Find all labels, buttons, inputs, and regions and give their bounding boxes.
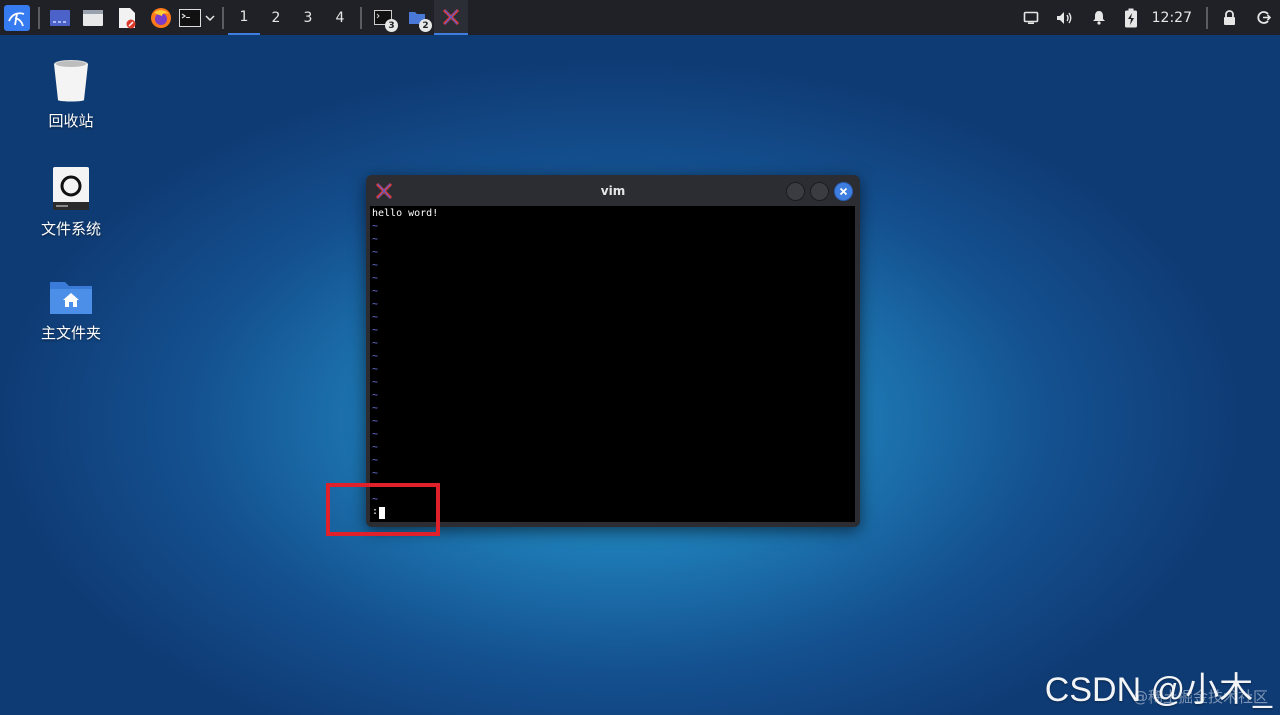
- workspace-2[interactable]: 2: [260, 0, 292, 35]
- show-desktop-button[interactable]: [44, 0, 76, 35]
- minimize-button[interactable]: [786, 182, 805, 201]
- watermark: CSDN @小木_: [1044, 671, 1272, 709]
- workspace-4[interactable]: 4: [324, 0, 356, 35]
- trash-icon: [54, 60, 88, 102]
- tilde-line: ~: [372, 286, 379, 297]
- maximize-button[interactable]: [810, 182, 829, 201]
- desktop-icon-label: 主文件夹: [40, 324, 101, 342]
- tilde-line: ~: [372, 442, 379, 453]
- lock-screen-button[interactable]: [1212, 0, 1246, 35]
- text-editor-button[interactable]: [110, 0, 144, 35]
- vim-terminal[interactable]: hello word! ~ ~ ~ ~ ~ ~ ~ ~ ~ ~ ~ ~ ~ ~ ~ ~ ~ ~ ~ ~ ~ ~ :: [370, 206, 855, 522]
- tilde-line: ~: [372, 299, 379, 310]
- display-icon: [1023, 11, 1038, 24]
- terminal-button[interactable]: [178, 0, 202, 35]
- lock-icon: [1223, 10, 1235, 25]
- desktop-icon: [50, 9, 70, 26]
- logout-icon: [1256, 11, 1271, 24]
- tilde-line: ~: [372, 221, 379, 232]
- battery-icon: [1124, 8, 1137, 27]
- tilde-line: ~: [372, 403, 379, 414]
- tilde-line: ~: [372, 364, 379, 375]
- terminal-dropdown[interactable]: [202, 0, 218, 35]
- workspace-3[interactable]: 3: [292, 0, 324, 35]
- workspace-1[interactable]: 1: [228, 0, 260, 35]
- kali-menu-icon: [4, 4, 30, 31]
- tilde-line: ~: [372, 390, 379, 401]
- desktop-icon-label: 回收站: [48, 112, 94, 130]
- logout-button[interactable]: [1246, 0, 1280, 35]
- tilde-line: ~: [372, 247, 379, 258]
- highlight-box: [326, 483, 440, 536]
- desktop-icon-label: 文件系统: [40, 220, 101, 238]
- battery-button[interactable]: [1116, 0, 1146, 35]
- clock[interactable]: 12:27: [1146, 10, 1202, 26]
- tilde-line: ~: [372, 468, 379, 479]
- file-manager-icon: [83, 9, 103, 26]
- task-count-badge: 3: [385, 19, 398, 32]
- tilde-line: ~: [372, 429, 379, 440]
- close-icon: [839, 187, 848, 196]
- tilde-line: ~: [372, 273, 379, 284]
- filesystem-icon: [53, 167, 89, 210]
- volume-button[interactable]: [1048, 0, 1082, 35]
- tilde-line: ~: [372, 325, 379, 336]
- task-vim[interactable]: [434, 0, 468, 35]
- tilde-line: ~: [372, 351, 379, 362]
- buffer-line-1: hello word!: [372, 208, 439, 219]
- close-button[interactable]: [834, 182, 853, 201]
- vim-window[interactable]: vim hello word! ~ ~ ~ ~ ~ ~ ~ ~ ~ ~ ~ ~ ~ ~ ~ ~ ~ ~ ~ ~ ~ ~ :: [366, 175, 860, 527]
- bell-icon: [1092, 11, 1105, 25]
- tilde-line: ~: [372, 312, 379, 323]
- chevron-down-icon: [205, 14, 215, 21]
- firefox-button[interactable]: [144, 0, 178, 35]
- window-titlebar[interactable]: vim: [366, 175, 860, 206]
- terminal-icon: [179, 8, 201, 27]
- display-button[interactable]: [1014, 0, 1048, 35]
- task-count-badge: 2: [419, 19, 432, 32]
- desktop-icon-filesystem[interactable]: 文件系统: [26, 166, 116, 239]
- volume-icon: [1056, 11, 1072, 24]
- text-editor-icon: [119, 7, 136, 28]
- tilde-line: ~: [372, 260, 379, 271]
- tilde-line: ~: [372, 338, 379, 349]
- desktop-icon-home-folder[interactable]: 主文件夹: [26, 278, 116, 343]
- vim-task-icon: [442, 8, 460, 25]
- tilde-line: ~: [372, 416, 379, 427]
- tilde-line: ~: [372, 455, 379, 466]
- kali-menu-button[interactable]: [0, 0, 34, 35]
- file-manager-button[interactable]: [76, 0, 110, 35]
- notifications-button[interactable]: [1082, 0, 1116, 35]
- desktop-icon-trash[interactable]: 回收站: [26, 58, 116, 131]
- task-folder-group[interactable]: 2: [400, 0, 434, 35]
- tilde-line: ~: [372, 234, 379, 245]
- task-terminal-group[interactable]: 3: [366, 0, 400, 35]
- tilde-line: ~: [372, 377, 379, 388]
- firefox-icon: [151, 7, 171, 28]
- home-folder-icon: [50, 282, 92, 314]
- taskbar: 1 2 3 4 3 2 12:27: [0, 0, 1280, 35]
